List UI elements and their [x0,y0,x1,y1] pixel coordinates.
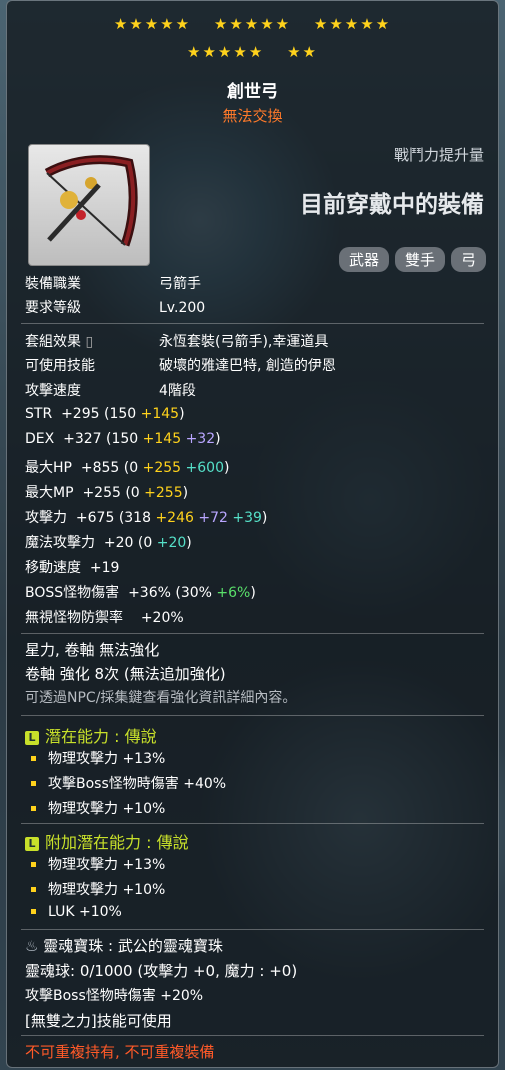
req-job: 裝備職業 弓箭手 [25,273,201,293]
potential-line: 物理攻擊力 +10% [25,798,165,818]
divider [21,323,484,324]
req-level-value: Lv.200 [159,300,206,316]
stat-attack: 攻擊力 +675 (318 +246 +72 +39) [25,510,268,526]
potential-header: L 潛在能力 : 傳說 [25,723,157,747]
soul-orb-line: 靈魂球: 0/1000 (攻擊力 +0, 魔力 : +0) [25,962,298,980]
bonus-potential-line: 物理攻擊力 +13% [25,854,165,874]
usable-skills-value: 破壞的雅達巴特, 創造的伊恩 [159,358,336,374]
set-effect-label: 套組效果 [25,334,81,350]
star-force-row-2: ★★★★★ ★★ [7,43,498,61]
stat-magic-attack: 魔法攻擊力 +20 (0 +20) [25,535,192,551]
stat-dex: DEX +327 (150 +145 +32) [25,431,221,447]
divider [21,715,484,716]
bonus-potential-line: 物理攻擊力 +10% [25,879,165,899]
bonus-potential-header: L 附加潛在能力 : 傳說 [25,829,189,853]
star-group: ★★★★★ [113,15,192,33]
lock-icon: ▯ [85,334,94,350]
unique-equip-warning: 不可重複持有, 不可重複裝備 [25,1043,215,1061]
stat-str: STR +295 (150 +145) [25,406,185,422]
req-job-value: 弓箭手 [159,276,201,292]
potential-line: 物理攻擊力 +13% [25,748,165,768]
usable-skills: 可使用技能 破壞的雅達巴特, 創造的伊恩 [25,355,336,375]
stat-max-hp: 最大HP +855 (0 +255 +600) [25,460,230,476]
tag-bow: 弓 [450,247,486,272]
star-force-row-1: ★★★★★ ★★★★★ ★★★★★ [7,15,498,33]
set-effect-value: 永恆套裝(弓箭手),幸運道具 [159,334,329,350]
soul-header: ♨ 靈魂寶珠 : 武公的靈魂寶珠 [25,935,223,956]
usable-skills-label: 可使用技能 [25,358,95,374]
bow-icon [44,155,138,247]
potential-title: 潛在能力 : 傳說 [45,727,157,746]
divider [21,1035,484,1036]
attack-speed: 攻擊速度 4階段 [25,380,196,400]
divider [21,633,484,634]
enhance-line-1: 星力, 卷軸 無法強化 [25,641,160,659]
attack-speed-label: 攻擊速度 [25,383,81,399]
item-tags: 武器 雙手 弓 [338,247,486,272]
stat-ignore-defense: 無視怪物防禦率 +20% [25,610,184,626]
bonus-potential-line: LUK +10% [25,904,122,920]
star-group: ★★★★★ [213,15,292,33]
enhance-hint: 可透過NPC/採集鍵查看強化資訊詳細內容。 [25,690,297,706]
soul-title: 靈魂寶珠 : 武公的靈魂寶珠 [43,937,223,955]
soul-boss-line: 攻擊Boss怪物時傷害 +20% [25,988,204,1004]
equipped-label: 目前穿戴中的裝備 [300,192,484,218]
stat-speed: 移動速度 +19 [25,560,120,576]
tag-weapon: 武器 [338,247,389,272]
star-group: ★★★★★ [187,43,265,61]
star-group: ★★★★★ [313,15,392,33]
divider [21,929,484,930]
divider [21,823,484,824]
legendary-badge-icon: L [25,837,39,851]
req-job-label: 裝備職業 [25,276,81,292]
legendary-badge-icon: L [25,731,39,745]
enhance-line-2: 卷軸 強化 8次 (無法追加強化) [25,665,226,683]
set-effect: 套組效果 ▯ 永恆套裝(弓箭手),幸運道具 [25,331,328,351]
item-name: 創世弓 [227,82,278,102]
stat-boss-damage: BOSS怪物傷害 +36% (30% +6%) [25,585,256,601]
tag-two-handed: 雙手 [394,247,445,272]
potential-line: 攻擊Boss怪物時傷害 +40% [25,773,226,793]
attack-speed-value: 4階段 [159,383,196,399]
combat-power-label: 戰鬥力提升量 [393,146,484,164]
req-level: 要求等級 Lv.200 [25,297,205,317]
soul-skill-line: [無雙之力]技能可使用 [25,1012,172,1030]
star-group: ★★ [287,43,318,61]
soul-flame-icon: ♨ [25,937,39,955]
req-level-label: 要求等級 [25,300,81,316]
item-tooltip: ★★★★★ ★★★★★ ★★★★★ ★★★★★ ★★ 創世弓 無法交換 戰鬥力提… [6,0,499,1068]
item-icon-frame [28,144,150,266]
bonus-potential-title: 附加潛在能力 : 傳說 [45,833,189,852]
untradable-label: 無法交換 [222,107,283,125]
stat-max-mp: 最大MP +255 (0 +255) [25,485,189,501]
